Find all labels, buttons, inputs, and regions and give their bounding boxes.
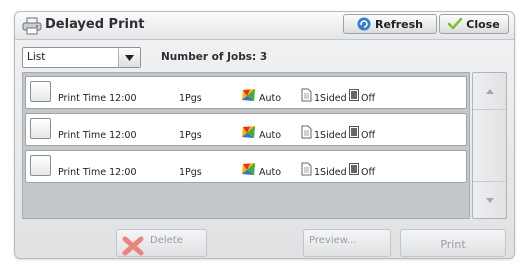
color-mode-icon <box>242 126 255 138</box>
job-pages: 1Pgs <box>179 93 202 104</box>
job-print-time: Print Time 12:00 <box>58 93 137 104</box>
job-staple: Off <box>361 93 376 104</box>
job-count: Number of Jobs: 3 <box>161 51 268 63</box>
arrow-down-icon <box>485 197 494 203</box>
job-sides: 1Sided <box>314 167 347 178</box>
delayed-print-window: Delayed Print Refresh Close List Number … <box>14 11 515 259</box>
job-list: Print Time 12:00 1Pgs Auto 1Sided Off Pr… <box>22 72 470 219</box>
chevron-down-icon <box>125 54 134 61</box>
job-color: Auto <box>259 93 282 104</box>
job-pages: 1Pgs <box>179 167 202 178</box>
document-icon <box>301 88 312 102</box>
delete-button[interactable]: Delete <box>116 229 207 257</box>
job-color: Auto <box>259 167 282 178</box>
preview-button[interactable]: Preview... <box>303 229 391 257</box>
refresh-label: Refresh <box>375 17 423 31</box>
job-print-time: Print Time 12:00 <box>58 130 137 141</box>
job-color: Auto <box>259 130 282 141</box>
job-checkbox[interactable] <box>30 81 51 102</box>
refresh-icon <box>357 17 371 31</box>
job-row[interactable]: Print Time 12:00 1Pgs Auto 1Sided Off <box>25 150 467 183</box>
printer-icon <box>22 17 42 35</box>
window-title: Delayed Print <box>45 17 145 32</box>
staple-icon <box>349 89 359 101</box>
job-list-scrollbar[interactable] <box>472 72 507 219</box>
staple-icon <box>349 163 359 175</box>
job-checkbox[interactable] <box>30 155 51 176</box>
color-mode-icon <box>242 89 255 101</box>
refresh-button[interactable]: Refresh <box>343 14 437 34</box>
job-pages: 1Pgs <box>179 130 202 141</box>
dropdown-toggle[interactable] <box>118 48 140 67</box>
color-mode-icon <box>242 163 255 175</box>
job-print-time: Print Time 12:00 <box>58 167 137 178</box>
print-label: Print <box>440 238 466 251</box>
scroll-up-button[interactable] <box>473 73 506 110</box>
job-staple: Off <box>361 130 376 141</box>
job-row[interactable]: Print Time 12:00 1Pgs Auto 1Sided Off <box>25 76 467 109</box>
delete-label: Delete <box>150 235 183 246</box>
close-button[interactable]: Close <box>439 14 509 34</box>
document-icon <box>301 125 312 139</box>
job-sides: 1Sided <box>314 93 347 104</box>
scroll-down-button[interactable] <box>473 181 506 218</box>
job-staple: Off <box>361 167 376 178</box>
checkmark-icon <box>448 18 463 30</box>
job-row[interactable]: Print Time 12:00 1Pgs Auto 1Sided Off <box>25 113 467 146</box>
staple-icon <box>349 126 359 138</box>
x-icon <box>122 236 144 256</box>
title-bar: Delayed Print Refresh Close <box>15 12 514 40</box>
view-select-value: List <box>27 51 46 63</box>
job-sides: 1Sided <box>314 130 347 141</box>
close-label: Close <box>466 17 500 31</box>
document-icon <box>301 162 312 176</box>
job-checkbox[interactable] <box>30 118 51 139</box>
print-button[interactable]: Print <box>400 229 506 257</box>
view-select[interactable]: List <box>22 47 141 68</box>
arrow-up-icon <box>485 88 494 94</box>
preview-label: Preview... <box>309 235 357 246</box>
